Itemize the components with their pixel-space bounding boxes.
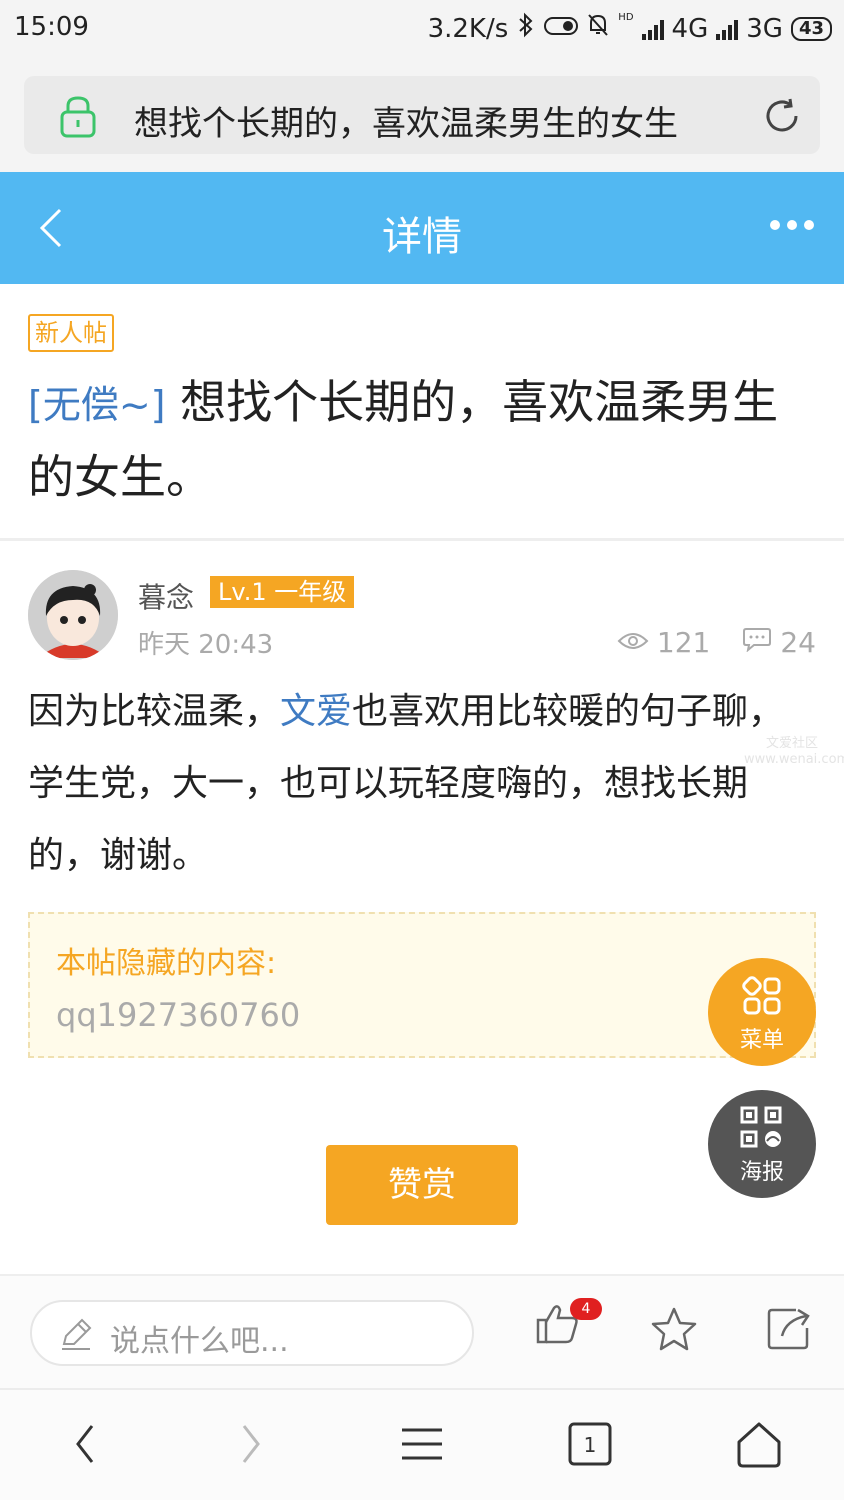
content-text-1: 因为比较温柔， xyxy=(28,691,281,732)
hidden-content-box: 本帖隐藏的内容: qq1927360760 xyxy=(28,912,816,1058)
like-badge: 4 xyxy=(570,1298,602,1320)
star-icon[interactable] xyxy=(650,1306,698,1356)
network-4g: 4G xyxy=(671,13,709,44)
nav-back-icon[interactable] xyxy=(70,1420,100,1472)
avatar[interactable] xyxy=(28,570,118,660)
grid-menu-icon xyxy=(742,976,781,1015)
post-time: 昨天 20:43 xyxy=(138,630,274,660)
net-speed: 3.2K/s xyxy=(427,13,509,44)
signal-icon-2 xyxy=(716,18,739,40)
nav-menu-icon[interactable] xyxy=(400,1420,444,1472)
bluetooth-icon xyxy=(516,12,536,45)
poster-button[interactable]: 海报 xyxy=(708,1090,816,1198)
page-header: 详情 xyxy=(0,172,844,284)
hd-label: HD xyxy=(618,12,634,23)
reload-icon[interactable] xyxy=(762,96,802,140)
watermark-line-1: 文爱社区 xyxy=(765,736,818,751)
content-link[interactable]: 文爱 xyxy=(280,691,352,732)
nav-home-icon[interactable] xyxy=(734,1420,784,1474)
status-time: 15:09 xyxy=(14,12,89,42)
hidden-content-value: qq1927360760 xyxy=(56,996,301,1034)
comment-count: 24 xyxy=(780,626,816,659)
page-title: 详情 xyxy=(382,214,462,260)
address-bar-area: 想找个长期的，喜欢温柔男生的女生 xyxy=(0,56,844,172)
status-bar: 15:09 3.2K/s HD 4G 3G 43 xyxy=(0,0,844,56)
watermark-line-2: www.wenai.com xyxy=(744,752,844,767)
hidden-content-label: 本帖隐藏的内容: xyxy=(56,946,277,981)
watermark: 文爱社区 www.wenai.com xyxy=(744,736,844,768)
divider xyxy=(0,538,844,541)
comment-bar: 说点什么吧... 4 xyxy=(0,1276,844,1388)
lock-icon xyxy=(58,94,98,142)
pencil-icon xyxy=(58,1318,94,1356)
view-count: 121 xyxy=(656,626,711,659)
mute-bell-icon xyxy=(586,12,610,45)
post-content: 因为比较温柔，文爱也喜欢用比较暖的句子聊，学生党，大一，也可以玩轻度嗨的，想找长… xyxy=(28,676,818,892)
author-name[interactable]: 暮念 xyxy=(138,576,194,616)
post-title: [无偿~] 想找个长期的，喜欢温柔男生的女生。 xyxy=(28,366,818,513)
more-icon[interactable] xyxy=(770,220,814,230)
menu-label: 菜单 xyxy=(739,1028,784,1053)
browser-nav-bar: 1 xyxy=(0,1388,844,1500)
address-bar[interactable]: 想找个长期的，喜欢温柔男生的女生 xyxy=(24,76,820,154)
reward-button[interactable]: 赞赏 xyxy=(326,1145,518,1225)
new-post-tag: 新人帖 xyxy=(28,314,114,352)
comment-input[interactable]: 说点什么吧... xyxy=(30,1300,474,1366)
poster-label: 海报 xyxy=(739,1160,784,1185)
signal-icon xyxy=(641,18,664,40)
nav-tabs-icon[interactable]: 1 xyxy=(566,1420,614,1472)
comment-placeholder: 说点什么吧... xyxy=(110,1324,289,1359)
menu-button[interactable]: 菜单 xyxy=(708,958,816,1066)
status-right: 3.2K/s HD 4G 3G 43 xyxy=(428,12,832,45)
tab-count: 1 xyxy=(584,1433,597,1457)
post-stats: 121 24 xyxy=(617,626,816,659)
toggle-icon xyxy=(544,14,579,44)
battery-icon: 43 xyxy=(790,16,832,41)
eye-icon xyxy=(617,626,649,659)
comment-icon xyxy=(742,626,772,659)
share-icon[interactable] xyxy=(766,1306,814,1356)
post-category[interactable]: [无偿~] xyxy=(28,383,166,427)
address-title: 想找个长期的，喜欢温柔男生的女生 xyxy=(134,104,678,144)
level-badge: Lv.1 一年级 xyxy=(210,576,355,608)
qrcode-icon xyxy=(740,1106,782,1148)
network-3g: 3G xyxy=(746,13,783,44)
nav-forward-icon[interactable] xyxy=(236,1420,266,1472)
